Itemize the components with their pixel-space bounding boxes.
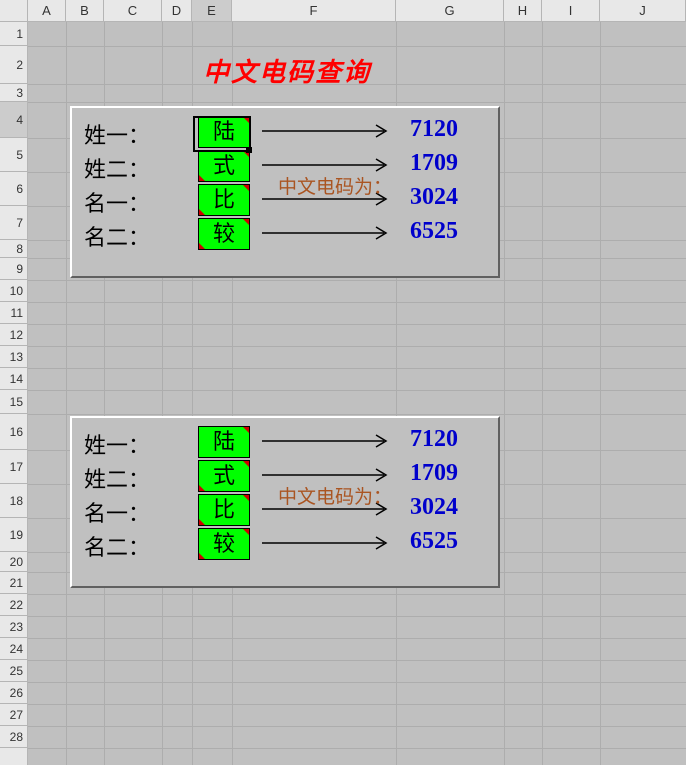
char-input-cell[interactable]: 陆 [198,426,250,458]
arrow-icon [258,114,398,148]
mid-label: 中文电码为： [260,172,410,199]
code-output: 7120 [410,426,458,453]
col-header-G[interactable]: G [396,0,504,21]
row-header-13[interactable]: 13 [0,346,27,368]
row-header-2[interactable]: 2 [0,46,27,84]
row-header-17[interactable]: 17 [0,450,27,484]
char-input-cell[interactable]: 较 [198,528,250,560]
code-output: 6525 [410,218,458,245]
row-header-28[interactable]: 28 [0,726,27,748]
row-header-3[interactable]: 3 [0,84,27,102]
col-header-F[interactable]: F [232,0,396,21]
field-label: 名二： [84,220,194,252]
row-header-6[interactable]: 6 [0,172,27,206]
row-header-col: 1234567891011121314151617181920212223242… [0,22,28,765]
char-input-cell[interactable]: 较 [198,218,250,250]
row-header-1[interactable]: 1 [0,22,27,46]
code-output: 6525 [410,528,458,555]
row-header-10[interactable]: 10 [0,280,27,302]
field-label: 姓二： [84,152,194,184]
char-input-cell[interactable]: 式 [198,460,250,492]
col-header-A[interactable]: A [28,0,66,21]
field-label: 名二： [84,530,194,562]
field-label: 名一： [84,496,194,528]
row-header-19[interactable]: 19 [0,518,27,552]
col-header-D[interactable]: D [162,0,192,21]
row-header-12[interactable]: 12 [0,324,27,346]
char-input-cell[interactable]: 比 [198,184,250,216]
row-header-20[interactable]: 20 [0,552,27,572]
code-output: 3024 [410,494,458,521]
col-header-H[interactable]: H [504,0,542,21]
field-label: 名一： [84,186,194,218]
code-output: 7120 [410,116,458,143]
row-header-4[interactable]: 4 [0,102,27,138]
row-header-5[interactable]: 5 [0,138,27,172]
row-header-15[interactable]: 15 [0,390,27,414]
col-header-C[interactable]: C [104,0,162,21]
page-title: 中文电码查询 [203,52,371,89]
col-header-E[interactable]: E [192,0,232,21]
row-header-27[interactable]: 27 [0,704,27,726]
field-label: 姓一： [84,428,194,460]
row-header-11[interactable]: 11 [0,302,27,324]
row-header-25[interactable]: 25 [0,660,27,682]
arrow-icon [258,216,398,250]
row-header-24[interactable]: 24 [0,638,27,660]
col-header-I[interactable]: I [542,0,600,21]
arrow-icon [258,424,398,458]
column-header-row: ABCDEFGHIJ [0,0,686,22]
char-input-cell[interactable]: 式 [198,150,250,182]
row-header-7[interactable]: 7 [0,206,27,240]
row-header-16[interactable]: 16 [0,414,27,450]
row-header-23[interactable]: 23 [0,616,27,638]
mid-label: 中文电码为： [260,482,410,509]
worksheet-area[interactable]: 中文电码查询 姓一：陆7120姓二：式1709名一：比3024名二：较6525中… [28,22,686,765]
code-output: 3024 [410,184,458,211]
code-output: 1709 [410,150,458,177]
row-header-9[interactable]: 9 [0,258,27,280]
arrow-icon [258,526,398,560]
row-header-26[interactable]: 26 [0,682,27,704]
row-header-21[interactable]: 21 [0,572,27,594]
row-header-18[interactable]: 18 [0,484,27,518]
select-all-corner[interactable] [0,0,28,21]
col-header-B[interactable]: B [66,0,104,21]
char-input-cell[interactable]: 陆 [198,116,250,148]
char-input-cell[interactable]: 比 [198,494,250,526]
field-label: 姓一： [84,118,194,150]
row-header-14[interactable]: 14 [0,368,27,390]
row-header-8[interactable]: 8 [0,240,27,258]
row-header-22[interactable]: 22 [0,594,27,616]
field-label: 姓二： [84,462,194,494]
code-output: 1709 [410,460,458,487]
col-header-J[interactable]: J [600,0,686,21]
